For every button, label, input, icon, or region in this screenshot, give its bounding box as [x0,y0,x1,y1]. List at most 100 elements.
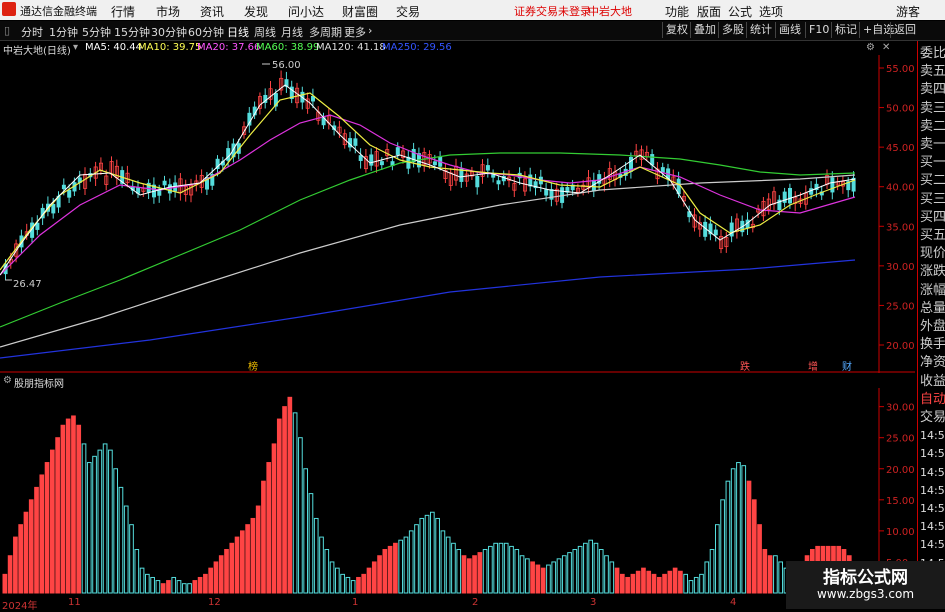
menu-ask[interactable]: 问小达 [288,3,324,20]
indicator-settings-icon[interactable]: ⚙ [3,375,12,386]
indicator-bar [725,480,731,594]
btn-back[interactable]: 返回 [890,22,919,38]
period-monthly[interactable]: 月线 [281,24,303,40]
ma250-label: MA250: 29.56 [382,42,452,53]
indicator-bar [55,437,60,594]
period-15min[interactable]: 15分钟 [114,24,150,40]
ma5-label: MA5: 40.44 [85,42,143,53]
indicator-tick-label: 25.00 [886,434,915,445]
watermark-title: 指标公式网 [823,568,908,588]
indicator-bar [625,576,630,594]
price-tick-label: 55.00 [886,64,915,75]
indicator-chart[interactable]: 30.0025.0020.0015.0010.005.00 [0,388,915,597]
indicator-bar [646,570,652,594]
indicator-bar [440,530,446,594]
indicator-bar [271,443,277,594]
indicator-bar [340,573,345,594]
menu-trade[interactable]: 交易 [396,3,420,20]
indicator-bar [583,542,588,594]
period-5min[interactable]: 5分钟 [82,24,111,40]
indicator-bar [197,576,203,594]
indicator-bar [630,573,636,594]
candle-body [379,161,384,166]
indicator-bar [715,524,720,594]
side-panel-label: 卖四 [920,82,945,98]
indicator-bar [604,555,609,594]
period-60min[interactable]: 60分钟 [188,24,224,40]
period-weekly[interactable]: 周线 [254,24,276,40]
indicator-bar [693,576,699,594]
btn-stats[interactable]: 统计 [746,22,775,38]
indicator-bar [160,583,166,594]
side-panel-label: 14:56 [920,538,945,552]
price-tick-label: 45.00 [886,143,915,154]
indicator-bar [123,505,129,594]
indicator-bar [213,561,219,594]
menu-discover[interactable]: 发现 [244,3,268,20]
indicator-bar [108,449,113,594]
side-panel-label: 净资 [920,355,945,371]
indicator-bar [129,524,134,594]
indicator-header: ⚙ 股朋指标网 [0,374,915,390]
candlestick-series [3,70,856,280]
candle-body [51,203,56,214]
indicator-bar [535,564,541,594]
indicator-bar [86,462,92,594]
period-30min[interactable]: 30分钟 [151,24,187,40]
price-chart[interactable]: 26.47 56.00 榜 跌 增 财 55.00 50.00 45.00 40.00… [0,55,915,373]
btn-adjust[interactable]: 复权 [662,22,691,38]
indicator-bar [678,570,683,594]
btn-mark[interactable]: 标记 [831,22,860,38]
indicator-bar [667,570,673,594]
candle-body [528,174,533,187]
menu-market[interactable]: 市场 [156,3,180,20]
indicator-bar [377,555,382,594]
btn-draw[interactable]: 画线 [775,22,804,38]
chevron-right-icon[interactable]: › [368,24,372,37]
indicator-bar [477,552,483,594]
period-daily[interactable]: 日线 [227,24,249,40]
period-1min[interactable]: 1分钟 [49,24,78,40]
period-more[interactable]: 更多 [344,24,366,40]
indicator-tick-label: 20.00 [886,465,915,476]
btn-multi-stock[interactable]: 多股 [718,22,747,38]
menu-wealth[interactable]: 财富圈 [342,3,378,20]
indicator-bar [424,514,430,594]
menu-function[interactable]: 功能 [665,3,689,20]
candle-body [353,138,358,146]
indicator-bar [2,573,8,594]
indicator-bar [282,406,287,594]
login-warning[interactable]: 证券交易未登录 [514,3,591,19]
period-multi[interactable]: 多周期 [309,24,342,40]
period-intraday[interactable]: 分时 [21,24,43,40]
side-panel-label: 14:56 [920,465,945,479]
indicator-bar [461,555,467,594]
settings-gear-icon[interactable]: ⚙ [866,42,875,53]
indicator-bar [345,576,351,594]
indicator-bar [255,505,261,594]
indicator-bar [113,468,119,594]
btn-f10[interactable]: F10 [805,22,832,38]
menu-news[interactable]: 资讯 [200,3,224,20]
indicator-bar [551,561,557,594]
menu-options[interactable]: 选项 [759,3,783,20]
toolbar-left-icon[interactable]: ▯ [4,24,10,37]
menu-quotes[interactable]: 行情 [111,3,135,20]
side-panel-label: 买二 [920,173,945,189]
close-icon[interactable]: ✕ [882,42,890,53]
indicator-bar [366,567,372,594]
user-guest[interactable]: 游客 [896,3,920,20]
indicator-bar [762,549,768,594]
chevron-down-icon[interactable]: ▾ [73,42,78,53]
candle-body [713,229,718,236]
candle-body [67,189,72,198]
indicator-bar [92,455,97,594]
indicator-bar [720,499,725,594]
side-panel-label: 买三 [920,191,945,207]
candle-body [496,180,501,185]
btn-overlay[interactable]: 叠加 [690,22,719,38]
indicator-bar [488,545,493,594]
menu-formula[interactable]: 公式 [728,3,752,20]
menu-layout[interactable]: 版面 [697,3,721,20]
event-tag-list: 榜 [248,360,258,373]
